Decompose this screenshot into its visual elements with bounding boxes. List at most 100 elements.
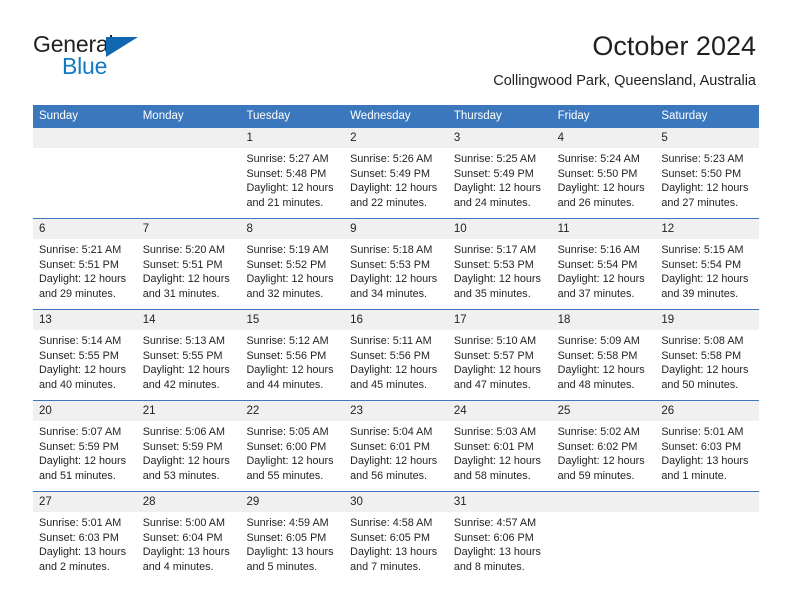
day-number: 23 xyxy=(344,401,448,421)
calendar-day-cell[interactable]: 12 Sunrise: 5:15 AM Sunset: 5:54 PM Dayligh… xyxy=(655,219,760,309)
sunrise-line: Sunrise: 5:08 AM xyxy=(661,335,744,347)
calendar-day-cell-empty xyxy=(136,128,241,218)
daylight-line: Daylight: 12 hours and 40 minutes. xyxy=(39,364,127,391)
page-title: October 2024 xyxy=(592,31,756,61)
day-number xyxy=(33,128,137,148)
calendar-day-cell[interactable]: 16 Sunrise: 5:11 AM Sunset: 5:56 PM Dayligh… xyxy=(344,310,448,400)
day-number: 25 xyxy=(551,401,656,421)
day-sun-info: Sunrise: 5:16 AM Sunset: 5:54 PM Daylight:… xyxy=(552,239,656,301)
day-sun-info: Sunrise: 5:11 AM Sunset: 5:56 PM Daylight:… xyxy=(344,330,448,392)
calendar-day-cell[interactable]: 15 Sunrise: 5:12 AM Sunset: 5:56 PM Dayligh… xyxy=(240,310,345,400)
calendar-week-row: 20 Sunrise: 5:07 AM Sunset: 5:59 PM Dayligh… xyxy=(33,400,760,491)
daylight-line: Daylight: 12 hours and 44 minutes. xyxy=(246,364,334,391)
calendar-day-cell[interactable]: 2 Sunrise: 5:26 AM Sunset: 5:49 PM Daylight… xyxy=(344,128,448,218)
daylight-line: Daylight: 12 hours and 34 minutes. xyxy=(350,273,438,300)
day-number: 30 xyxy=(344,492,448,512)
calendar-day-cell[interactable]: 21 Sunrise: 5:06 AM Sunset: 5:59 PM Dayligh… xyxy=(136,401,241,491)
sunset-line: Sunset: 5:59 PM xyxy=(142,440,223,453)
day-number: 7 xyxy=(136,219,241,239)
sunrise-line: Sunrise: 5:02 AM xyxy=(557,426,640,438)
daylight-line: Daylight: 13 hours and 4 minutes. xyxy=(142,546,230,573)
day-sun-info: Sunrise: 5:08 AM Sunset: 5:58 PM Daylight:… xyxy=(655,330,759,392)
day-number: 11 xyxy=(551,219,656,239)
sunrise-line: Sunrise: 5:13 AM xyxy=(142,335,225,347)
sunrise-line: Sunrise: 4:58 AM xyxy=(350,517,433,529)
calendar-day-cell[interactable]: 29 Sunrise: 4:59 AM Sunset: 6:05 PM Dayligh… xyxy=(240,492,345,582)
day-number: 29 xyxy=(240,492,345,512)
calendar-day-cell[interactable]: 30 Sunrise: 4:58 AM Sunset: 6:05 PM Dayligh… xyxy=(344,492,448,582)
calendar-day-cell[interactable]: 31 Sunrise: 4:57 AM Sunset: 6:06 PM Dayligh… xyxy=(447,492,552,582)
calendar-day-cell[interactable]: 11 Sunrise: 5:16 AM Sunset: 5:54 PM Dayligh… xyxy=(551,219,656,309)
calendar-day-cell[interactable]: 19 Sunrise: 5:08 AM Sunset: 5:58 PM Dayligh… xyxy=(655,310,760,400)
sunrise-line: Sunrise: 5:01 AM xyxy=(39,517,122,529)
day-sun-info: Sunrise: 5:20 AM Sunset: 5:51 PM Daylight:… xyxy=(137,239,241,301)
sunrise-line: Sunrise: 5:12 AM xyxy=(246,335,329,347)
calendar-day-cell[interactable]: 8 Sunrise: 5:19 AM Sunset: 5:52 PM Daylight… xyxy=(240,219,345,309)
calendar-day-cell[interactable]: 5 Sunrise: 5:23 AM Sunset: 5:50 PM Daylight… xyxy=(655,128,760,218)
sunset-line: Sunset: 5:50 PM xyxy=(661,167,742,180)
sunrise-line: Sunrise: 5:18 AM xyxy=(350,244,433,256)
weekday-header-thursday: Thursday xyxy=(453,110,502,122)
calendar-day-cell[interactable]: 3 Sunrise: 5:25 AM Sunset: 5:49 PM Daylight… xyxy=(447,128,552,218)
calendar-day-cell[interactable]: 20 Sunrise: 5:07 AM Sunset: 5:59 PM Dayligh… xyxy=(33,401,137,491)
page-header: General Blue October 2024 Collingwood Pa… xyxy=(0,0,792,89)
sunset-line: Sunset: 6:05 PM xyxy=(350,531,430,544)
weekday-header-friday: Friday xyxy=(557,110,590,122)
sunrise-line: Sunrise: 5:01 AM xyxy=(661,426,744,438)
sunrise-line: Sunrise: 4:57 AM xyxy=(453,517,537,529)
daylight-line: Daylight: 12 hours and 56 minutes. xyxy=(350,455,438,482)
calendar-day-cell[interactable]: 24 Sunrise: 5:03 AM Sunset: 6:01 PM Dayligh… xyxy=(447,401,552,491)
week-cells: 20 Sunrise: 5:07 AM Sunset: 5:59 PM Dayligh… xyxy=(33,401,760,491)
calendar-weeks: 1 Sunrise: 5:27 AM Sunset: 5:48 PM Daylight… xyxy=(33,128,760,582)
calendar-day-cell[interactable]: 6 Sunrise: 5:21 AM Sunset: 5:51 PM Daylight… xyxy=(33,219,137,309)
sunrise-line: Sunrise: 5:26 AM xyxy=(350,153,433,165)
calendar-day-cell[interactable]: 7 Sunrise: 5:20 AM Sunset: 5:51 PM Daylight… xyxy=(136,219,241,309)
calendar-day-cell[interactable]: 18 Sunrise: 5:09 AM Sunset: 5:58 PM Dayligh… xyxy=(551,310,656,400)
day-sun-info: Sunrise: 5:06 AM Sunset: 5:59 PM Daylight:… xyxy=(137,421,241,483)
calendar-day-cell[interactable]: 14 Sunrise: 5:13 AM Sunset: 5:55 PM Dayligh… xyxy=(136,310,241,400)
daylight-line: Daylight: 13 hours and 8 minutes. xyxy=(453,546,541,573)
sunrise-line: Sunrise: 5:06 AM xyxy=(142,426,225,438)
sunset-line: Sunset: 6:04 PM xyxy=(142,531,223,544)
day-sun-info: Sunrise: 5:25 AM Sunset: 5:49 PM Daylight:… xyxy=(448,148,552,210)
calendar-week-row: 1 Sunrise: 5:27 AM Sunset: 5:48 PM Daylight… xyxy=(33,128,760,218)
brand-logo[interactable]: General Blue xyxy=(33,32,213,88)
daylight-line: Daylight: 12 hours and 55 minutes. xyxy=(246,455,334,482)
daylight-line: Daylight: 12 hours and 37 minutes. xyxy=(557,273,645,300)
day-number: 18 xyxy=(551,310,656,330)
sunset-line: Sunset: 5:49 PM xyxy=(453,167,534,180)
day-sun-info: Sunrise: 5:14 AM Sunset: 5:55 PM Daylight:… xyxy=(33,330,137,392)
day-number: 21 xyxy=(136,401,241,421)
calendar-day-cell[interactable]: 23 Sunrise: 5:04 AM Sunset: 6:01 PM Dayligh… xyxy=(344,401,448,491)
calendar-day-cell[interactable]: 10 Sunrise: 5:17 AM Sunset: 5:53 PM Dayligh… xyxy=(447,219,552,309)
calendar-day-cell[interactable]: 4 Sunrise: 5:24 AM Sunset: 5:50 PM Daylight… xyxy=(551,128,656,218)
calendar-day-cell-empty xyxy=(655,492,760,582)
sunset-line: Sunset: 6:01 PM xyxy=(350,440,430,453)
calendar-day-cell[interactable]: 13 Sunrise: 5:14 AM Sunset: 5:55 PM Dayligh… xyxy=(33,310,137,400)
calendar-day-cell-empty xyxy=(33,128,137,218)
calendar-day-cell[interactable]: 17 Sunrise: 5:10 AM Sunset: 5:57 PM Dayligh… xyxy=(447,310,552,400)
day-number: 9 xyxy=(344,219,448,239)
calendar-day-cell[interactable]: 27 Sunrise: 5:01 AM Sunset: 6:03 PM Dayligh… xyxy=(33,492,137,582)
calendar-day-cell[interactable]: 9 Sunrise: 5:18 AM Sunset: 5:53 PM Daylight… xyxy=(344,219,448,309)
weekday-header-monday: Monday xyxy=(142,110,184,122)
day-sun-info: Sunrise: 5:26 AM Sunset: 5:49 PM Daylight:… xyxy=(344,148,448,210)
sunrise-line: Sunrise: 5:15 AM xyxy=(661,244,744,256)
calendar-day-cell[interactable]: 28 Sunrise: 5:00 AM Sunset: 6:04 PM Dayligh… xyxy=(136,492,241,582)
day-sun-info: Sunrise: 5:01 AM Sunset: 6:03 PM Daylight:… xyxy=(33,512,137,574)
day-number: 14 xyxy=(136,310,241,330)
sunset-line: Sunset: 5:50 PM xyxy=(557,167,638,180)
day-sun-info: Sunrise: 5:27 AM Sunset: 5:48 PM Daylight:… xyxy=(240,148,344,210)
calendar-week-row: 13 Sunrise: 5:14 AM Sunset: 5:55 PM Dayligh… xyxy=(33,309,760,400)
sunrise-line: Sunrise: 5:20 AM xyxy=(142,244,225,256)
calendar-day-cell[interactable]: 25 Sunrise: 5:02 AM Sunset: 6:02 PM Dayligh… xyxy=(551,401,656,491)
calendar-day-cell[interactable]: 26 Sunrise: 5:01 AM Sunset: 6:03 PM Dayligh… xyxy=(655,401,760,491)
sunset-line: Sunset: 6:06 PM xyxy=(453,531,534,544)
day-sun-info: Sunrise: 5:02 AM Sunset: 6:02 PM Daylight:… xyxy=(552,421,656,483)
sunset-line: Sunset: 6:03 PM xyxy=(661,440,742,453)
calendar-week-row: 6 Sunrise: 5:21 AM Sunset: 5:51 PM Daylight… xyxy=(33,218,760,309)
day-sun-info: Sunrise: 4:58 AM Sunset: 6:05 PM Daylight:… xyxy=(344,512,448,574)
day-sun-info: Sunrise: 5:19 AM Sunset: 5:52 PM Daylight:… xyxy=(240,239,344,301)
calendar-day-cell[interactable]: 1 Sunrise: 5:27 AM Sunset: 5:48 PM Daylight… xyxy=(240,128,345,218)
calendar-day-cell[interactable]: 22 Sunrise: 5:05 AM Sunset: 6:00 PM Dayligh… xyxy=(240,401,345,491)
